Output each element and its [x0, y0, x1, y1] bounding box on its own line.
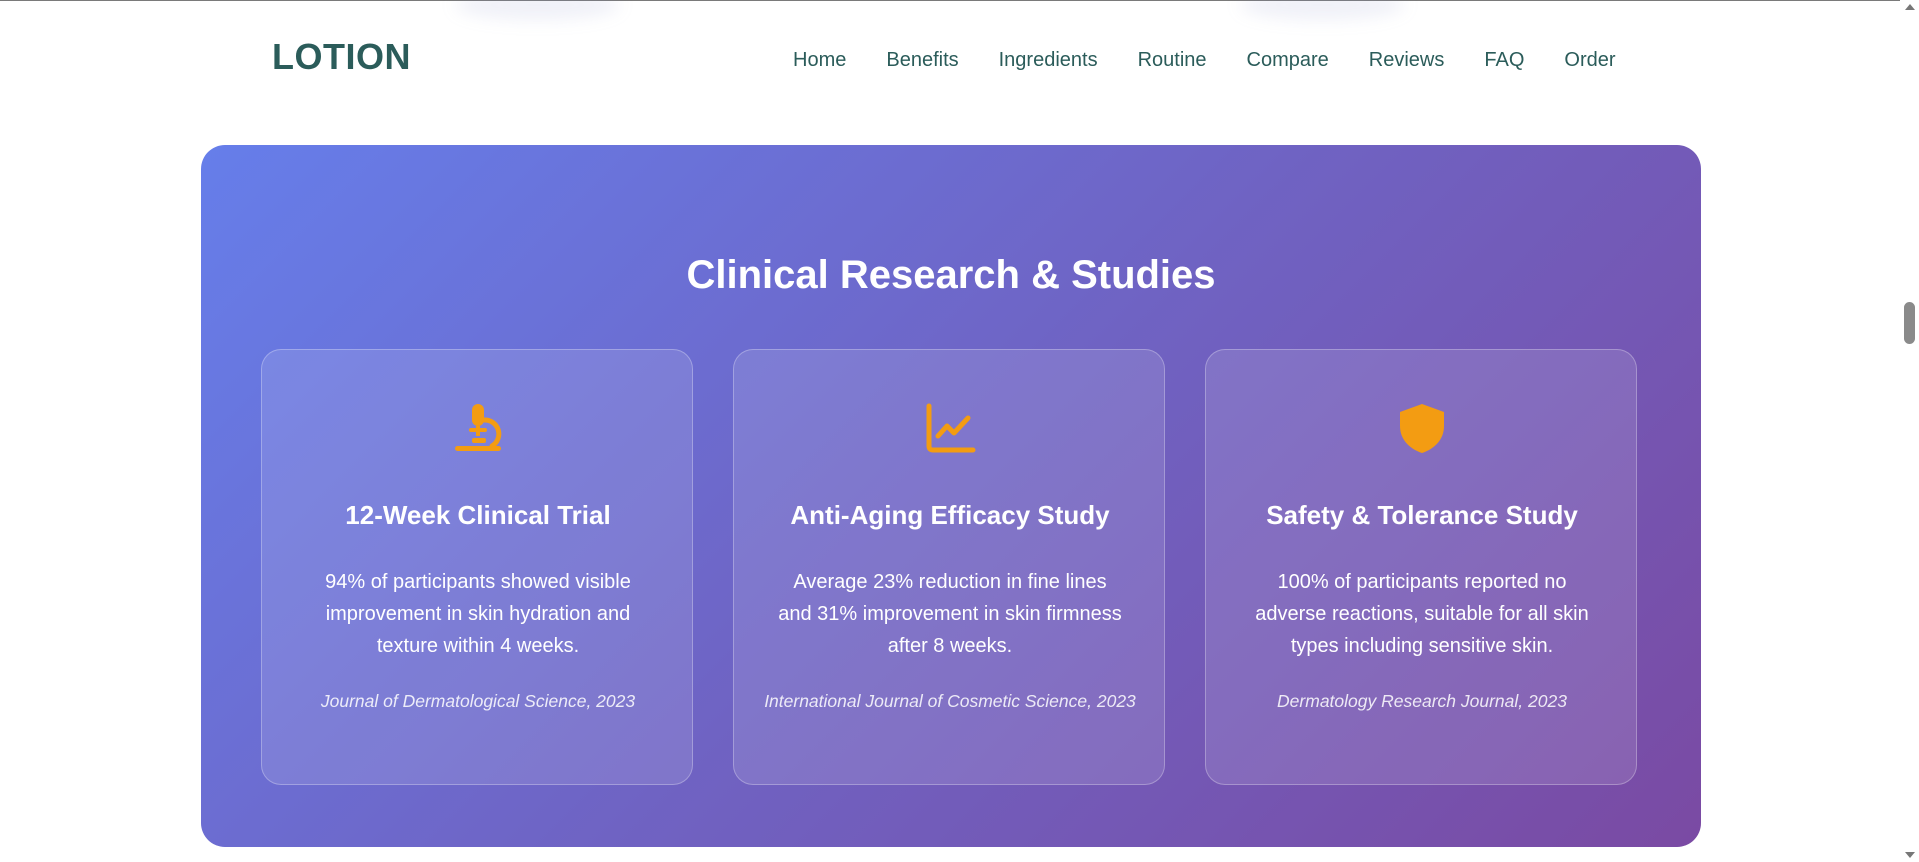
nav-link-compare[interactable]: Compare: [1247, 48, 1329, 72]
nav-link-home[interactable]: Home: [793, 48, 846, 72]
brand-logo[interactable]: LOTION: [272, 36, 411, 78]
study-description: 94% of participants showed visible impro…: [325, 571, 631, 657]
study-card: 12-Week Clinical Trial 94% of participan…: [261, 349, 693, 785]
nav-link-faq[interactable]: FAQ: [1484, 48, 1524, 72]
scroll-down-arrow-icon[interactable]: [1905, 852, 1915, 858]
study-cards: 12-Week Clinical Trial 94% of participan…: [261, 349, 1637, 785]
main-nav: Home Benefits Ingredients Routine Compar…: [793, 48, 1616, 72]
study-description: Average 23% reduction in fine lines and …: [778, 571, 1122, 657]
clinical-research-section: Clinical Research & Studies 12-Week Clin…: [201, 145, 1701, 847]
nav-link-order[interactable]: Order: [1564, 48, 1615, 72]
study-citation: International Journal of Cosmetic Scienc…: [764, 691, 1136, 711]
study-title: Safety & Tolerance Study: [1266, 500, 1578, 530]
study-card: Safety & Tolerance Study 100% of partici…: [1205, 349, 1637, 785]
nav-link-routine[interactable]: Routine: [1138, 48, 1207, 72]
study-citation: Journal of Dermatological Science, 2023: [320, 691, 636, 711]
scroll-up-arrow-icon[interactable]: [1905, 4, 1915, 10]
chart-line-icon: [734, 402, 1166, 454]
study-card: Anti-Aging Efficacy Study Average 23% re…: [733, 349, 1165, 785]
study-title: Anti-Aging Efficacy Study: [790, 500, 1110, 530]
section-title: Clinical Research & Studies: [686, 253, 1216, 297]
vertical-scrollbar[interactable]: [1900, 0, 1919, 862]
microscope-icon: [262, 402, 694, 454]
site-header: LOTION Home Benefits Ingredients Routine…: [0, 0, 1900, 120]
nav-link-ingredients[interactable]: Ingredients: [999, 48, 1098, 72]
nav-link-reviews[interactable]: Reviews: [1369, 48, 1445, 72]
scroll-thumb[interactable]: [1904, 302, 1915, 344]
nav-link-benefits[interactable]: Benefits: [886, 48, 958, 72]
study-description: 100% of participants reported no adverse…: [1255, 571, 1589, 657]
study-title: 12-Week Clinical Trial: [345, 500, 611, 530]
shield-icon: [1206, 402, 1638, 454]
study-citation: Dermatology Research Journal, 2023: [1277, 691, 1567, 711]
